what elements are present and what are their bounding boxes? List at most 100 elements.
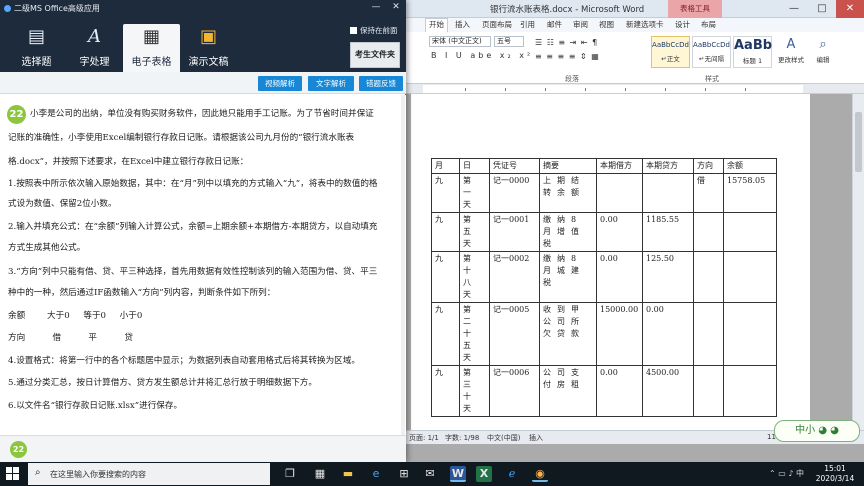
paragraph-group-label: 段落 — [565, 75, 579, 83]
ledger-table[interactable]: 月 日 凭证号 摘要 本期借方 本期贷方 方向 余额 九 第一天 记一0000 … — [431, 158, 777, 417]
question-text-line: 余额 大于0 等于0 小于0 — [8, 311, 143, 321]
binoculars-icon: ⌕ — [819, 37, 827, 52]
video-analysis-button[interactable]: 视频解析 — [258, 76, 302, 91]
word-tab-home[interactable]: 开始 — [425, 18, 448, 32]
app-toolbar: 视频解析 文字解析 错题反馈 — [0, 72, 406, 94]
word-maximize-button[interactable]: □ — [808, 0, 836, 18]
question-text-line: 格.docx”，并按照下述要求，在Excel中建立银行存款日记账： — [8, 157, 249, 167]
taskbar-search-box[interactable]: ⌕ 在这里输入你要搜索的内容 — [28, 463, 270, 485]
word-tab-design[interactable]: 设计 — [675, 19, 690, 30]
header-cell[interactable]: 余额 — [723, 158, 777, 174]
font-name-select[interactable]: 宋体 (中文正文) — [429, 36, 491, 47]
search-placeholder: 在这里输入你要搜索的内容 — [50, 470, 146, 479]
word-minimize-button[interactable]: — — [780, 0, 808, 18]
styles-group-label: 样式 — [705, 75, 719, 83]
change-styles-button[interactable]: A 更改样式 — [777, 36, 805, 64]
header-cell[interactable]: 摘要 — [539, 158, 597, 174]
tab-word-processing[interactable]: A 字处理 — [66, 24, 123, 72]
word-ribbon-tabs: 开始 插入 页面布局 引用 邮件 审阅 视图 新建选项卡 设计 布局 — [405, 18, 864, 32]
slideshow-icon: ▣ — [199, 26, 217, 47]
style-heading-1[interactable]: AaBb 标题 1 — [733, 36, 772, 68]
table-row: 九 第三十天 记一0006 公司支付房租 0.00 4500.00 — [431, 365, 777, 417]
change-styles-icon: A — [786, 37, 796, 52]
status-language[interactable]: 中文(中国) — [487, 433, 520, 443]
style-no-spacing[interactable]: AaBbCcDd ↵无间隔 — [692, 36, 731, 68]
paragraph-list-icons[interactable]: ☰ ☷ ≡ ⇥ ⇤ ¶ — [535, 38, 598, 47]
document-page[interactable]: 月 日 凭证号 摘要 本期借方 本期贷方 方向 余额 九 第一天 记一0000 … — [411, 94, 810, 430]
question-panel[interactable]: 22 小李是公司的出纳，单位没有购买财务软件，因此她只能用手工记账。为了节省时间… — [0, 95, 406, 435]
app-minimize-button[interactable]: — — [368, 2, 384, 12]
desktop-screen: 银行流水账表格.docx - Microsoft Word 表格工具 — □ ✕… — [0, 0, 864, 486]
store-icon[interactable]: ⊞ — [396, 466, 412, 482]
font-format-buttons[interactable]: B I U abe x₂ x² — [431, 51, 533, 60]
word-tab-mailings[interactable]: 邮件 — [547, 19, 562, 30]
error-feedback-button[interactable]: 错题反馈 — [359, 76, 403, 91]
search-icon: ⌕ — [35, 467, 41, 478]
watermark-logo: 中小 ◕ ◕ — [774, 420, 860, 442]
table-header-row: 月 日 凭证号 摘要 本期借方 本期贷方 方向 余额 — [431, 158, 777, 174]
table-row: 九 第十八天 记一0002 缴纳8月城建税 0.00 125.50 — [431, 251, 777, 303]
tab-choice-questions[interactable]: ▤ 选择题 — [8, 24, 65, 72]
calculator-icon[interactable]: ▦ — [312, 466, 328, 482]
status-word-count[interactable]: 字数: 1/98 — [445, 433, 479, 443]
checkbox-icon — [350, 27, 357, 34]
question-scrollbar[interactable] — [401, 95, 405, 435]
mail-icon[interactable]: ✉ — [422, 466, 438, 482]
start-button[interactable] — [6, 467, 20, 481]
word-window-controls: — □ ✕ — [780, 0, 864, 18]
header-cell[interactable]: 凭证号 — [489, 158, 540, 174]
header-cell[interactable]: 日 — [459, 158, 490, 174]
folder-icon[interactable]: ▬ — [340, 466, 356, 482]
word-tab-layout[interactable]: 布局 — [701, 19, 716, 30]
header-cell[interactable]: 本期借方 — [596, 158, 643, 174]
taskbar-clock[interactable]: 15:01 2020/3/14 — [812, 464, 858, 484]
app-bottom-bar: 22 — [0, 435, 406, 462]
table-row: 九 第二十五天 记一0005 收到甲公司所欠贷款 15000.00 0.00 — [431, 302, 777, 366]
ie-icon[interactable]: ℯ — [504, 466, 520, 482]
word-tab-new-tab[interactable]: 新建选项卡 — [626, 19, 664, 30]
word-tab-review[interactable]: 审阅 — [573, 19, 588, 30]
table-row: 九 第一天 记一0000 上期结转余额 借 15758.05 — [431, 173, 777, 213]
table-tools-context-tab[interactable]: 表格工具 — [668, 0, 722, 18]
tray-icons[interactable]: ⌃ ▭ ♪ 中 — [769, 468, 804, 479]
tab-presentation[interactable]: ▣ 演示文稿 — [180, 24, 237, 72]
word-close-button[interactable]: ✕ — [836, 0, 864, 18]
word-ribbon: 宋体 (中文正文) 五号 B I U abe x₂ x² ☰ ☷ ≡ ⇥ ⇤ ¶… — [405, 32, 864, 84]
tab-spreadsheet[interactable]: ▦ 电子表格 — [123, 24, 180, 72]
question-nav-badge[interactable]: 22 — [10, 441, 27, 458]
word-window-title: 银行流水账表格.docx - Microsoft Word — [490, 5, 645, 15]
status-insert-mode[interactable]: 插入 — [529, 433, 543, 443]
exam-app-icon[interactable]: ◉ — [532, 466, 548, 482]
candidate-folder-button[interactable]: 考生文件夹 — [350, 42, 400, 68]
question-text-line: 6.以文件名“银行存款日记账.xlsx”进行保存。 — [8, 401, 183, 411]
header-cell[interactable]: 本期贷方 — [642, 158, 694, 174]
style-normal[interactable]: AaBbCcDd ↵正文 — [651, 36, 690, 68]
question-text-line: 方向 借 平 贷 — [8, 333, 133, 343]
task-view-icon[interactable]: ❐ — [282, 466, 298, 482]
word-vertical-scrollbar[interactable] — [852, 94, 864, 430]
app-close-button[interactable]: ✕ — [388, 2, 404, 12]
edit-button[interactable]: ⌕ 编辑 — [809, 36, 837, 64]
word-tab-references[interactable]: 引用 — [520, 19, 535, 30]
word-tab-page-layout[interactable]: 页面布局 — [482, 19, 512, 30]
horizontal-ruler[interactable] — [405, 84, 864, 94]
exam-app-window: 二级MS Office高级应用 — ✕ 保持在前面 ▤ 选择题 A 字处理 ▦ … — [0, 0, 406, 462]
word-tab-view[interactable]: 视图 — [599, 19, 614, 30]
excel-icon[interactable]: X — [476, 466, 492, 482]
word-tab-insert[interactable]: 插入 — [455, 19, 470, 30]
edge-icon[interactable]: e — [368, 466, 384, 482]
word-icon[interactable]: W — [450, 466, 466, 482]
text-analysis-button[interactable]: 文字解析 — [308, 76, 354, 91]
font-size-select[interactable]: 五号 — [494, 36, 524, 47]
question-text-line: 3.“方向”列中只能有借、贷、平三种选择，首先用数据有效性控制该列的输入范围为借… — [8, 267, 378, 277]
status-page[interactable]: 页面: 1/1 — [409, 433, 439, 443]
question-text-line: 式设为数值、保留2位小数。 — [8, 199, 117, 209]
paragraph-align-icons[interactable]: ≡ ≡ ≡ ≡ ⇕ ▦ — [535, 52, 600, 61]
header-cell[interactable]: 方向 — [693, 158, 724, 174]
table-row: 九 第五天 记一0001 缴纳8月增值税 0.00 1185.55 — [431, 212, 777, 252]
keep-on-top-checkbox[interactable]: 保持在前面 — [350, 25, 398, 36]
header-cell[interactable]: 月 — [431, 158, 460, 174]
question-number-badge: 22 — [7, 105, 26, 124]
question-text-line: 5.通过分类汇总，按日计算借方、贷方发生额总计并将汇总行放于明细数据下方。 — [8, 378, 317, 388]
letter-a-icon: A — [88, 26, 101, 47]
